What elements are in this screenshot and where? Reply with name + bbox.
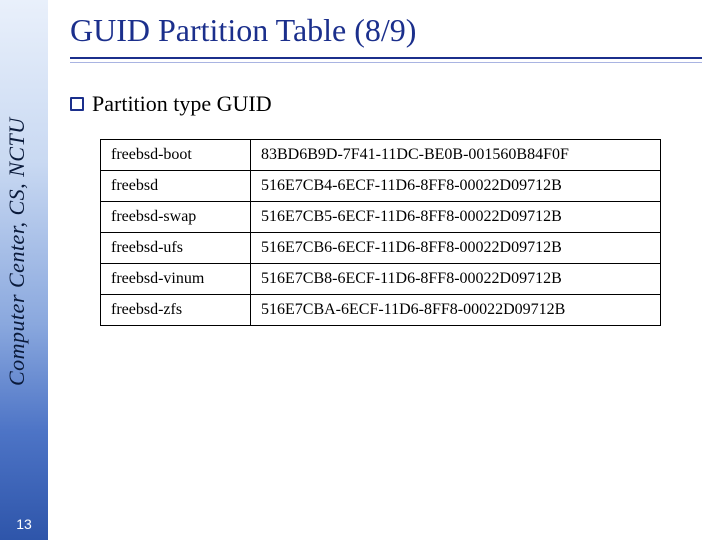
partition-name-cell: freebsd-boot — [101, 140, 251, 171]
partition-name-cell: freebsd-swap — [101, 202, 251, 233]
title-underline — [70, 57, 702, 63]
square-bullet-icon — [70, 97, 84, 111]
table-row: freebsd 516E7CB4-6ECF-11D6-8FF8-00022D09… — [101, 171, 661, 202]
page-number: 13 — [0, 516, 48, 532]
table-row: freebsd-swap 516E7CB5-6ECF-11D6-8FF8-000… — [101, 202, 661, 233]
content-area: GUID Partition Table (8/9) Partition typ… — [70, 12, 702, 326]
partition-name-cell: freebsd-vinum — [101, 264, 251, 295]
sidebar-org-text: Computer Center, CS, NCTU — [4, 6, 44, 386]
sidebar-strip: Computer Center, CS, NCTU 13 — [0, 0, 48, 540]
slide: Computer Center, CS, NCTU 13 GUID Partit… — [0, 0, 720, 540]
table-row: freebsd-boot 83BD6B9D-7F41-11DC-BE0B-001… — [101, 140, 661, 171]
slide-title: GUID Partition Table (8/9) — [70, 12, 702, 61]
partition-guid-cell: 516E7CB8-6ECF-11D6-8FF8-00022D09712B — [251, 264, 661, 295]
partition-name-cell: freebsd — [101, 171, 251, 202]
partition-guid-cell: 516E7CB5-6ECF-11D6-8FF8-00022D09712B — [251, 202, 661, 233]
partition-name-cell: freebsd-zfs — [101, 295, 251, 326]
guid-table: freebsd-boot 83BD6B9D-7F41-11DC-BE0B-001… — [100, 139, 661, 326]
partition-guid-cell: 516E7CB6-6ECF-11D6-8FF8-00022D09712B — [251, 233, 661, 264]
partition-name-cell: freebsd-ufs — [101, 233, 251, 264]
bullet-row: Partition type GUID — [70, 91, 702, 117]
table-row: freebsd-ufs 516E7CB6-6ECF-11D6-8FF8-0002… — [101, 233, 661, 264]
partition-guid-cell: 516E7CB4-6ECF-11D6-8FF8-00022D09712B — [251, 171, 661, 202]
table-row: freebsd-zfs 516E7CBA-6ECF-11D6-8FF8-0002… — [101, 295, 661, 326]
partition-guid-cell: 83BD6B9D-7F41-11DC-BE0B-001560B84F0F — [251, 140, 661, 171]
partition-guid-cell: 516E7CBA-6ECF-11D6-8FF8-00022D09712B — [251, 295, 661, 326]
bullet-text: Partition type GUID — [92, 91, 272, 117]
table-row: freebsd-vinum 516E7CB8-6ECF-11D6-8FF8-00… — [101, 264, 661, 295]
